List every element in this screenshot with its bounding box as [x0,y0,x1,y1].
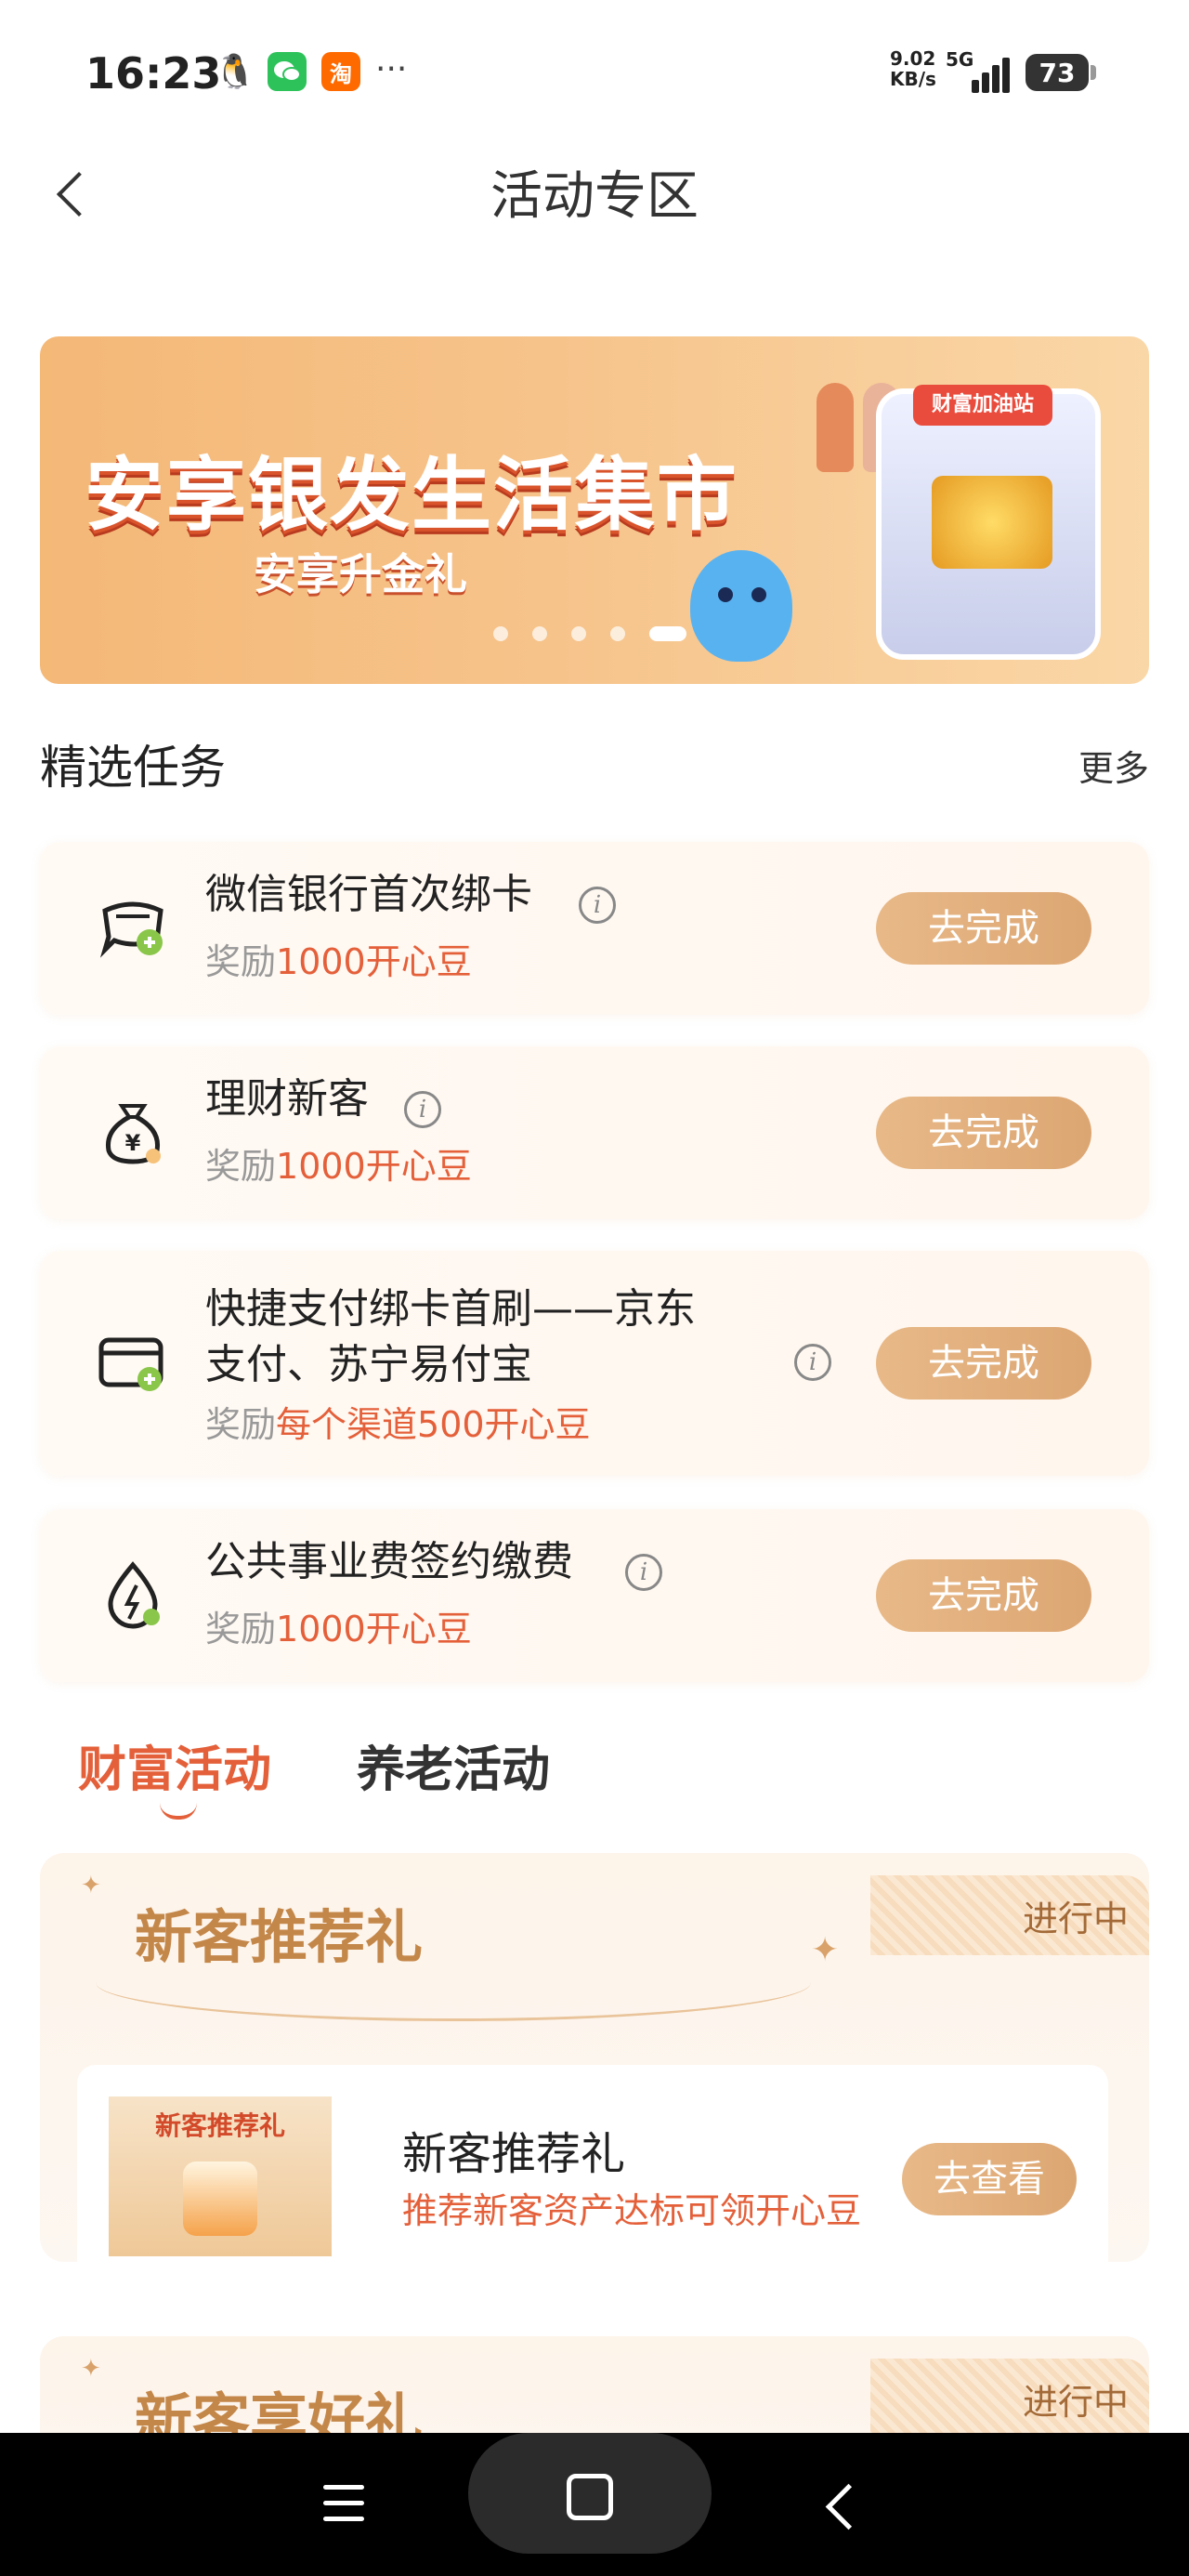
info-icon[interactable]: i [579,887,616,924]
net-speed: 9.02 KB/s [890,48,936,89]
sparkle-icon: ✦ [81,2355,101,2383]
reward-amount: 1000开心豆 [276,1146,472,1187]
page-title: 活动专区 [490,166,699,227]
task-reward: 奖励1000开心豆 [205,1600,472,1651]
task-reward: 奖励1000开心豆 [205,1137,472,1189]
machine-sign: 财富加油站 [913,385,1052,426]
task-card[interactable]: ¥ 理财新客 i 奖励1000开心豆 去完成 [40,1046,1149,1219]
active-tab-indicator [160,1803,197,1820]
battery-icon: 73 [1026,54,1096,91]
activity-status-badge: 进行中 [870,1875,1149,1955]
activity-header-title: 新客推荐礼 [135,1903,424,1971]
battery-level: 73 [1039,57,1076,88]
gift-box-illustration [183,2162,257,2236]
activity-card[interactable]: 进行中 ✦ ✦ 新客推荐礼 新客推荐礼 新客推荐礼 推荐新客资产达标可领开心豆 … [40,1853,1149,2288]
info-icon[interactable]: i [625,1554,662,1591]
activity-name: 新客推荐礼 [402,2128,626,2180]
pagination-dot[interactable] [532,626,547,641]
reward-prefix: 奖励 [205,1404,277,1445]
money-bag-icon: ¥ [105,1104,161,1164]
taobao-icon: 淘 [321,52,360,91]
reward-prefix: 奖励 [205,1609,277,1649]
activity-tabs: 财富活动 养老活动 [78,1730,728,1823]
complete-task-button[interactable]: 去完成 [876,1097,1091,1169]
activity-thumbnail: 新客推荐礼 [109,2096,332,2256]
pagination-dot[interactable] [571,626,586,641]
pagination-dot[interactable] [610,626,625,641]
more-notifications-icon: ··· [375,50,408,88]
status-label: 进行中 [1022,2382,1129,2423]
task-name: 公共事业费签约缴费 [205,1538,573,1585]
more-link[interactable]: 更多 [1078,740,1149,791]
activity-status-badge: 进行中 [870,2359,1149,2438]
reward-amount: 每个渠道500开心豆 [276,1404,591,1445]
task-card[interactable]: 微信银行首次绑卡 i 奖励1000开心豆 去完成 [40,842,1149,1015]
view-activity-button[interactable]: 去查看 [902,2143,1077,2215]
signal-icon [968,56,1011,93]
wechat-bind-card-icon [99,901,163,958]
task-card[interactable]: 公共事业费签约缴费 i 奖励1000开心豆 去完成 [40,1509,1149,1682]
task-name-line2: 支付、苏宁易付宝 [205,1341,532,1388]
thumbnail-title: 新客推荐礼 [154,2110,285,2141]
info-icon[interactable]: i [404,1091,441,1128]
tasks-section-header: 精选任务 更多 [40,730,1149,795]
status-label: 进行中 [1022,1899,1129,1939]
net-speed-unit: KB/s [890,68,936,90]
qq-icon: 🐧 [214,53,256,91]
activity-content[interactable]: 新客推荐礼 新客推荐礼 推荐新客资产达标可领开心豆 去查看 [77,2065,1108,2288]
page-header: 活动专区 [0,139,1189,242]
pagination-dot[interactable] [493,626,508,641]
gold-coins-illustration [932,476,1052,569]
reward-prefix: 奖励 [205,941,277,982]
sparkle-icon: ✦ [81,1872,101,1899]
task-reward: 奖励每个渠道500开心豆 [205,1396,591,1447]
svg-text:¥: ¥ [125,1130,141,1156]
promo-banner[interactable]: 安享银发生活集市 安享升金礼 财富加油站 [40,336,1149,684]
status-bar: 16:23 🐧 淘 ··· 9.02 KB/s 5G 73 [0,0,1189,139]
menu-icon[interactable] [323,2485,364,2522]
reward-amount: 1000开心豆 [276,941,472,982]
section-title: 精选任务 [40,741,226,795]
reward-amount: 1000开心豆 [276,1609,472,1649]
task-name: 微信银行首次绑卡 [205,871,532,918]
complete-task-button[interactable]: 去完成 [876,892,1091,965]
status-time: 16:23 [85,48,222,99]
net-speed-value: 9.02 [890,47,936,70]
sparkle-icon: ✦ [811,1931,840,1969]
task-card[interactable]: 快捷支付绑卡首刷——京东 支付、苏宁易付宝 i 奖励每个渠道500开心豆 去完成 [40,1251,1149,1476]
utility-bolt-icon [108,1561,160,1629]
task-name: 理财新客 [205,1075,369,1123]
tab-wealth-activities[interactable]: 财富活动 [78,1730,271,1800]
banner-subtitle: 安享升金礼 [254,549,467,599]
banner-title: 安享银发生活集市 [85,449,738,542]
task-reward: 奖励1000开心豆 [205,933,472,984]
home-button[interactable] [468,2433,712,2554]
tab-retirement-activities[interactable]: 养老活动 [357,1730,550,1800]
system-nav-bar [0,2433,1189,2576]
info-icon[interactable]: i [794,1344,831,1381]
quick-pay-card-icon [98,1337,163,1391]
complete-task-button[interactable]: 去完成 [876,1559,1091,1632]
banner-pagination [493,626,686,641]
nav-back-icon[interactable] [817,2479,864,2535]
reward-prefix: 奖励 [205,1146,277,1187]
wechat-icon [268,52,307,91]
activity-description: 推荐新客资产达标可领开心豆 [402,2190,862,2231]
pagination-dot-active[interactable] [649,626,686,641]
mascot-illustration [690,550,792,662]
complete-task-button[interactable]: 去完成 [876,1327,1091,1400]
task-name-line1: 快捷支付绑卡首刷——京东 [205,1285,696,1333]
